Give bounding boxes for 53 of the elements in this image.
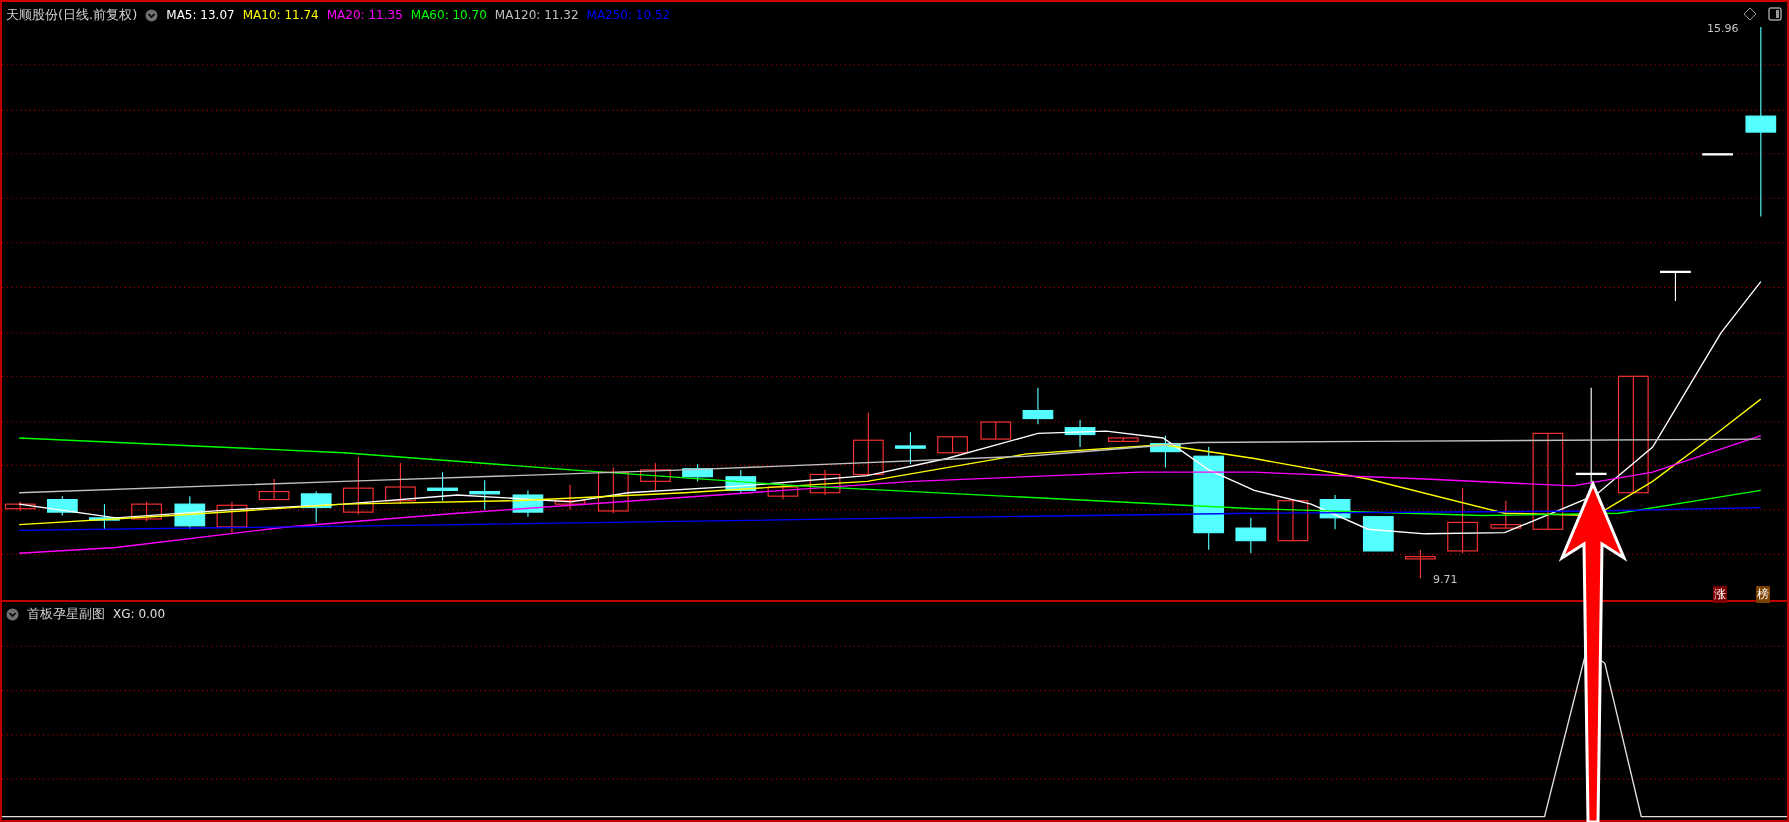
candlestick [767,483,799,501]
candlestick [937,436,968,454]
candlestick [4,501,36,512]
candlestick [1022,387,1054,425]
moving-average-label: MA20: 11.35 [326,8,403,22]
panel-toggle-icon[interactable] [1768,7,1782,21]
candlestick [385,462,416,505]
candlestick [1702,153,1733,156]
candlestick [342,456,374,515]
candlestick [1277,500,1309,542]
moving-average-label: MA5: 13.07 [166,8,235,22]
low-price-label: 9.71 [1433,573,1458,586]
high-price-label: 15.96 [1707,22,1739,35]
candlestick [980,421,1012,440]
candlestick [427,471,458,502]
candlestick [89,503,120,530]
signal-badge: 榜 [1756,586,1770,603]
candlestick [554,484,586,511]
candlestick [46,495,78,517]
candlestick [852,412,884,476]
candlestick [1064,419,1096,448]
candlestick [1447,487,1478,554]
candlestick [469,479,501,511]
collapse-icon[interactable] [6,607,19,621]
candlestick [640,462,671,491]
indicator-reading: XG: 0.00 [113,607,166,621]
moving-average-label: MA120: 11.32 [494,8,579,22]
candlestick [1107,437,1139,442]
candlestick [1319,494,1351,530]
candlestick [1362,516,1394,552]
candlestick [1490,500,1522,529]
candlestick [131,501,162,522]
candlestick [300,491,332,523]
candlestick [258,478,290,501]
chart-title: 天顺股份(日线.前复权) [6,6,138,24]
moving-average-label: MA10: 11.74 [242,8,319,22]
candlestick [809,469,841,496]
signal-badge: 涨 [1713,586,1727,603]
candlestick [682,463,713,482]
candlestick [174,495,206,530]
candlestick [1660,270,1691,302]
collapse-icon[interactable] [145,8,159,22]
candlestick [1235,517,1267,554]
moving-average-label: MA250: 10.52 [586,8,671,22]
candlestick [895,431,926,465]
indicator-title: 首板孕星副图 [27,605,105,623]
candlestick [597,467,629,514]
moving-average-label: MA60: 10.70 [410,8,487,22]
diamond-icon[interactable] [1743,7,1757,21]
candlestick [1150,435,1181,469]
candlestick [216,501,248,534]
candlestick [725,469,757,495]
candlestick [512,489,544,518]
